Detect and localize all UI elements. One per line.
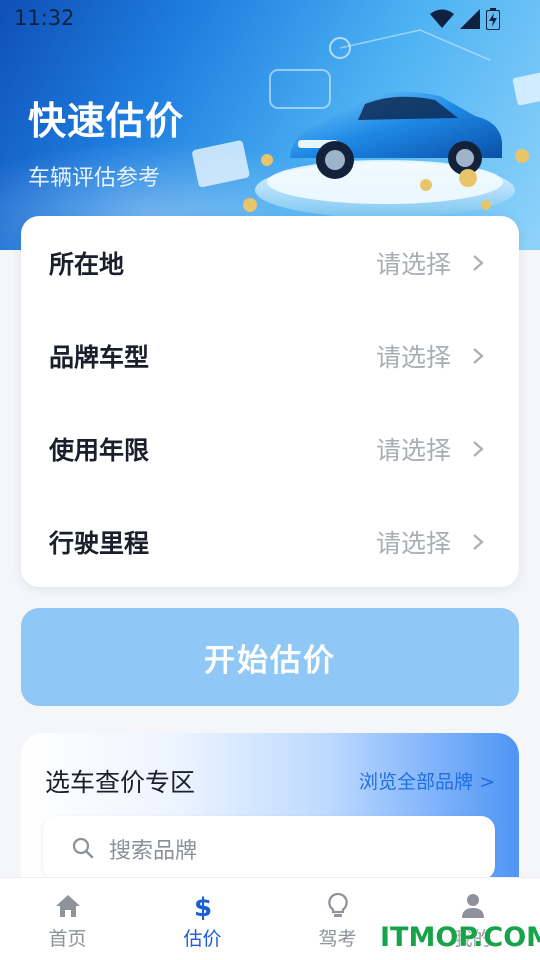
form-label-brand-model: 品牌车型 (49, 342, 150, 372)
hero-subtitle: 车辆评估参考 (28, 166, 161, 191)
bulb-icon (328, 892, 348, 917)
person-icon (462, 894, 484, 918)
form-value-location: 请选择 (375, 249, 451, 279)
chevron-right-icon (473, 533, 484, 550)
chevron-right-icon (473, 254, 484, 271)
valuation-form-card: 所在地 请选择 品牌车型 请选择 使用年限 请选择 行驶里程 请选择 (21, 216, 519, 587)
form-row-location[interactable]: 所在地 请选择 (21, 216, 519, 309)
start-valuation-button[interactable]: 开始估价 (21, 608, 519, 706)
brand-section-title: 选车查价专区 (45, 768, 196, 797)
nav-label-valuation: 估价 (183, 928, 222, 950)
dollar-icon: $ (194, 893, 212, 920)
browse-all-brands-link[interactable]: 浏览全部品牌 > (359, 767, 495, 794)
status-time: 11:32 (14, 6, 75, 30)
home-icon (56, 895, 80, 917)
form-label-location: 所在地 (49, 249, 125, 279)
form-value-brand-model: 请选择 (375, 342, 451, 372)
form-value-usage-years: 请选择 (375, 435, 451, 465)
nav-item-home[interactable]: 首页 (0, 878, 135, 960)
svg-text:$: $ (194, 893, 212, 920)
form-label-usage-years: 使用年限 (49, 435, 150, 465)
search-icon (72, 837, 94, 859)
nav-item-valuation[interactable]: $ 估价 (135, 878, 270, 960)
car-illustration (192, 29, 540, 218)
form-label-mileage: 行驶里程 (49, 528, 150, 558)
nav-label-home: 首页 (48, 928, 87, 950)
chevron-right-icon (473, 440, 484, 457)
form-row-mileage[interactable]: 行驶里程 请选择 (21, 495, 519, 588)
watermark: ITMOP.COM (380, 922, 540, 953)
screen: 11:32 快速估价 车辆评估参考 所在地 请选择 品牌车型 请选择 使用年限 … (0, 0, 540, 960)
form-row-brand-model[interactable]: 品牌车型 请选择 (21, 309, 519, 402)
form-value-mileage: 请选择 (375, 528, 451, 558)
hero-title: 快速估价 (28, 99, 185, 143)
chevron-right-icon (473, 347, 484, 364)
brand-search-input[interactable]: 搜索品牌 (43, 816, 495, 880)
form-row-usage-years[interactable]: 使用年限 请选择 (21, 402, 519, 495)
hero-banner: 11:32 快速估价 车辆评估参考 (0, 0, 540, 250)
search-placeholder: 搜索品牌 (109, 839, 198, 864)
